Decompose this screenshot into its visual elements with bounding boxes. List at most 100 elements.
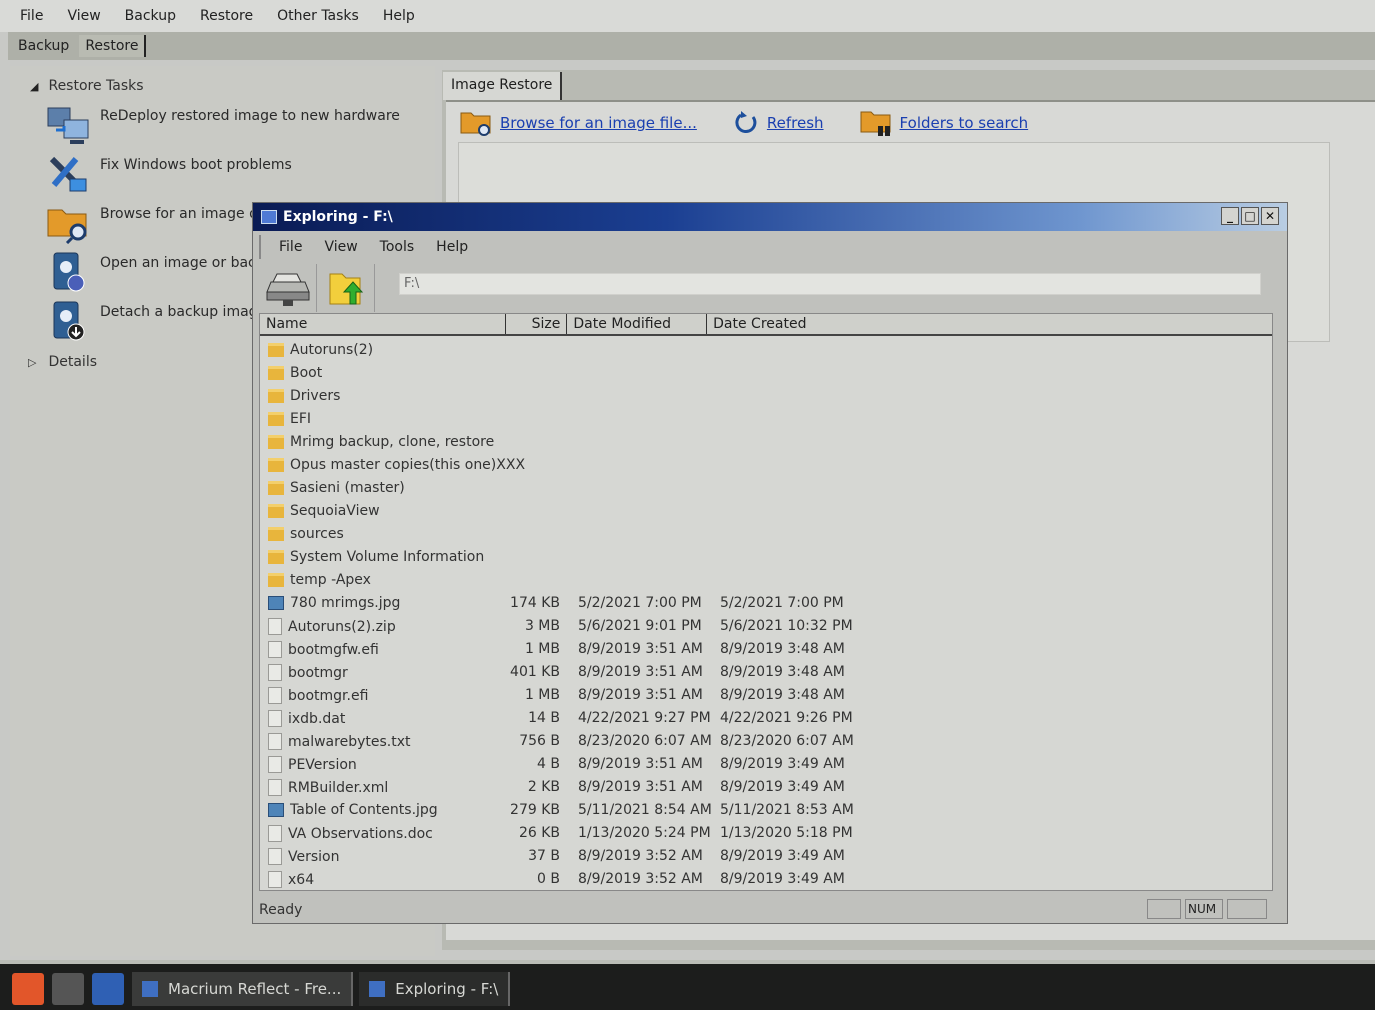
menu-restore[interactable]: Restore	[200, 8, 253, 24]
menu-file[interactable]: File	[20, 8, 43, 24]
file-row[interactable]: bootmgr 401 KB 8/9/2019 3:51 AM 8/9/2019 3:…	[260, 662, 1272, 685]
name-cell: bootmgfw.efi	[268, 641, 379, 658]
file-row[interactable]: PEVersion 4 B 8/9/2019 3:51 AM 8/9/2019 3:4…	[260, 754, 1272, 777]
tab-restore[interactable]: Restore	[79, 35, 147, 57]
folder-name: temp -Apex	[290, 572, 371, 588]
created-cell: 8/9/2019 3:49 AM	[720, 779, 845, 795]
folders-to-search-link[interactable]: Folders to search	[900, 114, 1029, 132]
file-icon	[268, 779, 282, 796]
file-list: Name Size Date Modified Date Created Aut…	[259, 313, 1273, 891]
power-icon[interactable]	[12, 973, 44, 1005]
status-pane-caps	[1147, 899, 1181, 919]
minimize-icon[interactable]: _	[1221, 207, 1239, 225]
created-cell: 1/13/2020 5:18 PM	[720, 825, 853, 841]
folder-row[interactable]: Sasieni (master)	[260, 478, 1272, 501]
size-cell: 26 KB	[518, 825, 560, 841]
browse-image-link[interactable]: Browse for an image file...	[500, 114, 697, 132]
folder-icon	[268, 573, 284, 587]
maximize-icon[interactable]: □	[1241, 207, 1259, 225]
refresh-link[interactable]: Refresh	[767, 114, 824, 132]
column-date-created[interactable]: Date Created	[707, 314, 1272, 334]
close-icon[interactable]: ✕	[1261, 207, 1279, 225]
explorer-quick-icon[interactable]	[92, 973, 124, 1005]
name-cell: Mrimg backup, clone, restore	[268, 434, 494, 450]
menu-view[interactable]: View	[67, 8, 100, 24]
refresh-button[interactable]: Refresh	[733, 110, 824, 136]
task-macrium[interactable]: Macrium Reflect - Fre...	[132, 972, 354, 1006]
drives-button[interactable]	[259, 264, 317, 312]
folder-icon	[268, 550, 284, 564]
modified-cell: 5/2/2021 7:00 PM	[578, 595, 702, 611]
folders-to-search-button[interactable]: Folders to search	[860, 108, 1029, 138]
tab-image-restore[interactable]: Image Restore	[443, 72, 563, 100]
column-date-modified[interactable]: Date Modified	[567, 314, 708, 334]
up-folder-button[interactable]	[317, 264, 375, 312]
modified-cell: 8/9/2019 3:52 AM	[578, 871, 703, 887]
column-name[interactable]: Name	[260, 314, 506, 334]
folder-row[interactable]: Mrimg backup, clone, restore	[260, 432, 1272, 455]
name-cell: sources	[268, 526, 344, 542]
folder-icon	[268, 412, 284, 426]
created-cell: 5/2/2021 7:00 PM	[720, 595, 844, 611]
menu-other-tasks[interactable]: Other Tasks	[277, 8, 359, 24]
folder-row[interactable]: System Volume Information	[260, 547, 1272, 570]
menu-help[interactable]: Help	[383, 8, 415, 24]
size-cell: 1 MB	[524, 641, 560, 657]
file-row[interactable]: ixdb.dat 14 B 4/22/2021 9:27 PM 4/22/2021 9…	[260, 708, 1272, 731]
browse-image-button[interactable]: Browse for an image file...	[460, 109, 697, 137]
folder-row[interactable]: Opus master copies(this one)XXX	[260, 455, 1272, 478]
file-icon	[268, 848, 282, 865]
column-size[interactable]: Size	[506, 314, 568, 334]
task-macrium-label: Macrium Reflect - Fre...	[168, 980, 342, 998]
restore-tasks-header[interactable]: ◢ Restore Tasks	[30, 78, 144, 94]
address-field[interactable]: F:\	[399, 273, 1261, 295]
folder-name: SequoiaView	[290, 503, 380, 519]
file-row[interactable]: RMBuilder.xml 2 KB 8/9/2019 3:51 AM 8/9/201…	[260, 777, 1272, 800]
window-controls: _ □ ✕	[1219, 207, 1279, 225]
modified-cell: 8/9/2019 3:51 AM	[578, 664, 703, 680]
restore-tasks-title: Restore Tasks	[48, 78, 144, 94]
explorer-menu-tools[interactable]: Tools	[380, 239, 415, 255]
folder-up-icon	[329, 273, 363, 305]
details-section[interactable]: ▷ Details	[28, 354, 97, 370]
folder-row[interactable]: sources	[260, 524, 1272, 547]
size-cell: 37 B	[528, 848, 560, 864]
folder-name: Boot	[290, 365, 323, 381]
task-browse-image[interactable]: Browse for an image or	[46, 202, 263, 244]
collapse-icon: ◢	[30, 79, 39, 93]
task-label: ReDeploy restored image to new hardware	[100, 108, 400, 124]
folder-row[interactable]: Boot	[260, 363, 1272, 386]
explorer-menu-view[interactable]: View	[324, 239, 357, 255]
folder-row[interactable]: SequoiaView	[260, 501, 1272, 524]
file-name: Autoruns(2).zip	[288, 618, 396, 635]
task-open-image[interactable]: Open an image or back	[46, 251, 264, 293]
task-exploring[interactable]: Exploring - F:\	[359, 972, 511, 1006]
folder-name: Autoruns(2)	[290, 342, 374, 358]
file-row[interactable]: malwarebytes.txt 756 B 8/23/2020 6:07 AM 8/…	[260, 731, 1272, 754]
folder-row[interactable]: Drivers	[260, 386, 1272, 409]
folder-row[interactable]: EFI	[260, 409, 1272, 432]
folder-name: Mrimg backup, clone, restore	[290, 434, 495, 450]
explorer-menu-help[interactable]: Help	[436, 239, 468, 255]
folder-row[interactable]: temp -Apex	[260, 570, 1272, 593]
folder-row[interactable]: Autoruns(2)	[260, 340, 1272, 363]
task-detach-image[interactable]: Detach a backup image	[46, 300, 266, 342]
tab-backup[interactable]: Backup	[12, 35, 75, 57]
file-row[interactable]: x64 0 B 8/9/2019 3:52 AM 8/9/2019 3:49 AM	[260, 869, 1272, 890]
name-cell: Autoruns(2)	[268, 342, 373, 358]
name-cell: Drivers	[268, 388, 340, 404]
file-row[interactable]: Version 37 B 8/9/2019 3:52 AM 8/9/2019 3:49…	[260, 846, 1272, 869]
name-cell: Sasieni (master)	[268, 480, 405, 496]
task-fix-boot[interactable]: Fix Windows boot problems	[46, 153, 292, 195]
file-row[interactable]: Autoruns(2).zip 3 MB 5/6/2021 9:01 PM 5/6/2…	[260, 616, 1272, 639]
explorer-menu-file[interactable]: File	[279, 239, 302, 255]
file-row[interactable]: bootmgr.efi 1 MB 8/9/2019 3:51 AM 8/9/2019 …	[260, 685, 1272, 708]
task-redeploy[interactable]: ReDeploy restored image to new hardware	[46, 104, 400, 146]
file-row[interactable]: 780 mrimgs.jpg 174 KB 5/2/2021 7:00 PM 5/2/…	[260, 593, 1272, 616]
command-prompt-icon[interactable]	[52, 973, 84, 1005]
file-row[interactable]: bootmgfw.efi 1 MB 8/9/2019 3:51 AM 8/9/2019…	[260, 639, 1272, 662]
file-row[interactable]: VA Observations.doc 26 KB 1/13/2020 5:24 P…	[260, 823, 1272, 846]
file-row[interactable]: Table of Contents.jpg 279 KB 5/11/2021 8:5…	[260, 800, 1272, 823]
menu-backup[interactable]: Backup	[125, 8, 176, 24]
explorer-titlebar[interactable]: Exploring - F:\ _ □ ✕	[253, 203, 1287, 231]
